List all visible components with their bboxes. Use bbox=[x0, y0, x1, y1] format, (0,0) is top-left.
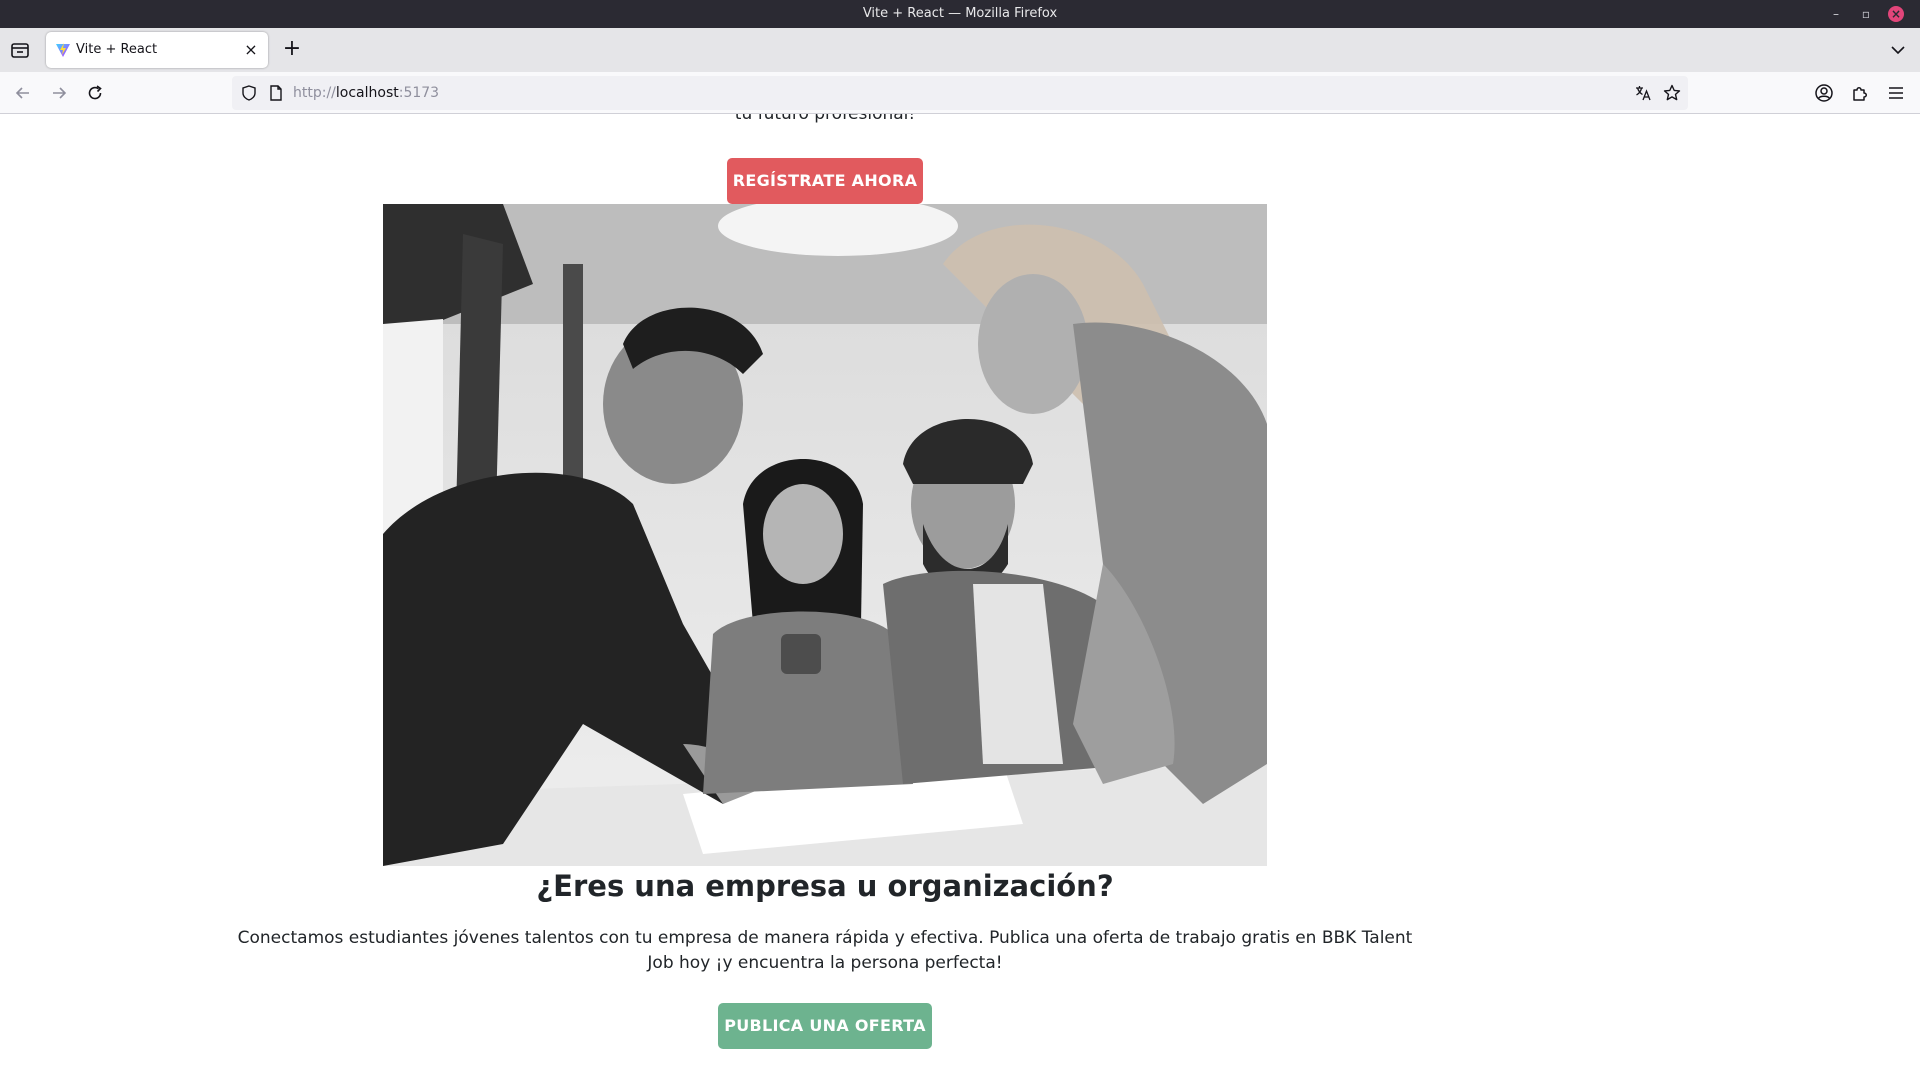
new-tab-icon[interactable]: + bbox=[280, 38, 304, 62]
company-description: Conectamos estudiantes jóvenes talentos … bbox=[237, 928, 1413, 973]
reload-icon[interactable] bbox=[84, 82, 106, 104]
close-window-icon[interactable]: × bbox=[1888, 6, 1904, 22]
window-titlebar: Vite + React — Mozilla Firefox – ▫ × bbox=[0, 0, 1920, 28]
window-title: Vite + React — Mozilla Firefox bbox=[862, 6, 1058, 21]
tab-strip: Vite + React × + bbox=[0, 28, 1920, 72]
url-text[interactable]: http://localhost:5173 bbox=[293, 76, 439, 110]
shield-icon[interactable] bbox=[240, 84, 258, 102]
firefox-view-icon[interactable] bbox=[8, 38, 32, 62]
minimize-icon[interactable]: – bbox=[1828, 6, 1844, 22]
vite-logo-icon bbox=[56, 43, 70, 57]
company-heading: ¿Eres una empresa u organización? bbox=[536, 869, 1114, 903]
account-icon[interactable] bbox=[1813, 82, 1835, 104]
register-button[interactable]: REGÍSTRATE AHORA bbox=[727, 158, 923, 204]
tab-vite-react[interactable]: Vite + React × bbox=[46, 32, 268, 68]
maximize-icon[interactable]: ▫ bbox=[1858, 6, 1874, 22]
back-arrow-icon[interactable] bbox=[12, 82, 34, 104]
extensions-icon[interactable] bbox=[1849, 82, 1871, 104]
team-photo bbox=[383, 204, 1267, 866]
tab-close-icon[interactable]: × bbox=[242, 41, 260, 59]
hamburger-menu-icon[interactable] bbox=[1885, 82, 1907, 104]
url-port: :5173 bbox=[398, 85, 440, 101]
forward-arrow-icon[interactable] bbox=[48, 82, 70, 104]
hero-text-partial: tu futuro profesional! bbox=[734, 114, 916, 124]
url-scheme: http:// bbox=[293, 85, 336, 101]
url-bar[interactable]: http://localhost:5173 bbox=[232, 76, 1688, 110]
translate-icon[interactable] bbox=[1634, 84, 1652, 102]
url-host: localhost bbox=[335, 85, 399, 101]
bookmark-star-icon[interactable] bbox=[1662, 83, 1682, 103]
page-icon[interactable] bbox=[268, 84, 284, 102]
chevron-down-icon[interactable] bbox=[1888, 40, 1908, 60]
tab-label: Vite + React bbox=[76, 42, 158, 57]
team-photo-illustration bbox=[383, 204, 1267, 866]
page-content: tu futuro profesional! REGÍSTRATE AHORA bbox=[0, 114, 1920, 1080]
navigation-toolbar: http://localhost:5173 bbox=[0, 72, 1920, 114]
publish-offer-button[interactable]: PUBLICA UNA OFERTA bbox=[718, 1003, 932, 1049]
